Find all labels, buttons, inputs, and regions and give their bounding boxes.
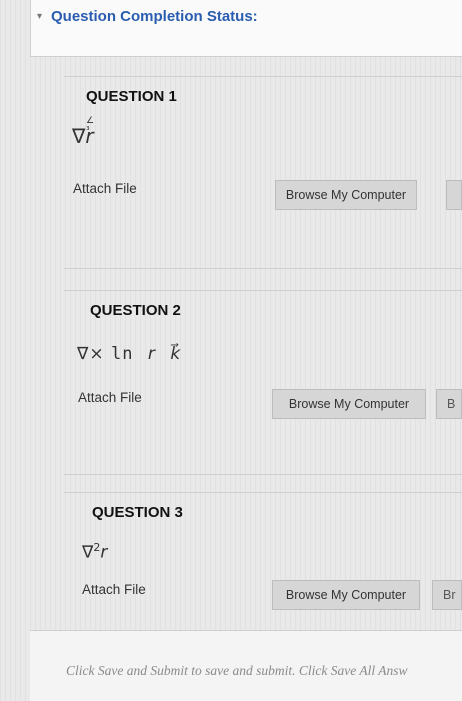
- question-3-attach-label: Attach File: [82, 582, 146, 597]
- divider: [64, 76, 462, 77]
- question-1-browse-button-2[interactable]: [446, 180, 462, 210]
- question-2-browse-button-2[interactable]: B: [436, 389, 462, 419]
- submit-instructions-text: Click Save and Submit to save and submit…: [66, 663, 408, 678]
- ln-function: ln: [111, 344, 134, 364]
- expression-mark: ∠ ³: [86, 116, 95, 136]
- divider: [64, 474, 462, 475]
- expression-variable: r: [100, 542, 108, 563]
- unit-vector-k: k⃗: [170, 344, 182, 364]
- question-2-expression: ∇× ln r k⃗: [77, 344, 181, 364]
- nabla-symbol: ∇: [72, 124, 86, 148]
- curl-symbol: ∇×: [77, 344, 105, 364]
- question-1-title: QUESTION 1: [86, 88, 177, 105]
- expression-variable: r: [147, 344, 156, 364]
- divider: [64, 290, 462, 291]
- status-title[interactable]: Question Completion Status:: [51, 8, 258, 25]
- collapse-chevron-icon[interactable]: ▾: [37, 11, 42, 22]
- divider: [64, 492, 462, 493]
- question-3-browse-button[interactable]: Browse My Computer: [272, 580, 420, 610]
- question-3-title: QUESTION 3: [92, 504, 183, 521]
- question-completion-status[interactable]: ▾ Question Completion Status:: [30, 0, 462, 57]
- nabla-symbol: ∇: [82, 542, 94, 563]
- question-3-browse-button-2[interactable]: Br: [432, 580, 462, 610]
- question-1-expression: ∇r ∠ ³: [72, 116, 94, 148]
- question-1-browse-button[interactable]: Browse My Computer: [275, 180, 417, 210]
- question-2-title: QUESTION 2: [90, 302, 181, 319]
- question-2-browse-button[interactable]: Browse My Computer: [272, 389, 426, 419]
- question-2-attach-label: Attach File: [78, 390, 142, 405]
- submit-instructions-bar: Click Save and Submit to save and submit…: [30, 630, 462, 701]
- question-3-expression: ∇2r: [82, 541, 107, 563]
- question-1-attach-label: Attach File: [73, 181, 137, 196]
- divider: [64, 268, 462, 269]
